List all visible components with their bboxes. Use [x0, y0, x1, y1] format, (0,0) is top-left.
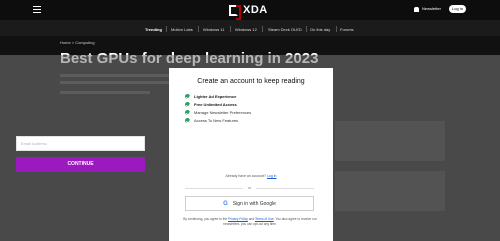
terms-text: By continuing, you agree to the Privacy … [176, 217, 324, 227]
nav-item-windows-11[interactable]: Windows 11 [203, 27, 225, 32]
nav-divider [306, 26, 307, 32]
check-circle-icon [185, 102, 190, 107]
login-button[interactable]: Log in [449, 5, 466, 13]
login-link[interactable]: Log in [267, 174, 277, 178]
nav-divider [336, 26, 337, 32]
signup-modal: Create an account to keep reading Lighte… [169, 68, 333, 241]
benefit-label: Access To New Features [194, 118, 239, 123]
continue-button[interactable]: CONTINUE [16, 157, 145, 172]
benefit-item: Free Unlimited Access [185, 102, 237, 107]
benefit-label: Manage Newsletter Preferences [194, 110, 252, 115]
logo-text: XDA [243, 4, 268, 16]
nav-item-windows-12[interactable]: Windows 12 [235, 27, 257, 32]
nav-item-trending[interactable]: Trending [145, 27, 162, 32]
benefit-label: Free Unlimited Access [194, 102, 237, 107]
nav-divider [230, 26, 231, 32]
nav-divider [198, 26, 199, 32]
email-field[interactable] [16, 136, 145, 151]
nav-item-motion-labs[interactable]: Motion Labs [171, 27, 193, 32]
nav-divider [262, 26, 263, 32]
benefit-label: Lighter Ad Experience [194, 94, 237, 99]
terms-of-use-link[interactable]: Terms of Use [255, 217, 274, 221]
nav-bar: Trending Motion Labs Windows 11 Windows … [0, 20, 500, 36]
terms-and: and [248, 217, 255, 221]
benefit-item: Lighter Ad Experience [185, 94, 236, 99]
top-bar: XDA Newsletter Log in [0, 0, 500, 20]
site-logo[interactable]: XDA [229, 4, 268, 20]
modal-title: Create an account to keep reading [197, 78, 305, 85]
check-circle-icon [185, 110, 190, 115]
terms-prefix: By continuing, you agree to the [183, 217, 228, 221]
newsletter-link[interactable]: Newsletter [422, 6, 441, 11]
bell-icon[interactable] [414, 7, 419, 12]
check-circle-icon [185, 118, 190, 123]
privacy-policy-link[interactable]: Privacy Policy [228, 217, 248, 221]
google-signin-label: Sign in with Google [232, 200, 276, 207]
breadcrumb[interactable]: Home > Computing [60, 40, 95, 45]
nav-divider [166, 26, 167, 32]
or-text: or [247, 186, 252, 190]
nav-item-forums[interactable]: Forums [340, 27, 354, 32]
google-signin-button[interactable]: G Sign in with Google [185, 196, 314, 211]
benefit-item: Manage Newsletter Preferences [185, 110, 251, 115]
or-divider: or [185, 186, 314, 190]
xda-logo-icon [229, 4, 241, 20]
benefit-item: Access To New Features [185, 118, 238, 123]
google-g-icon: G [223, 200, 228, 207]
nav-item-steam-deck-oled[interactable]: Steam Deck OLED [268, 27, 302, 32]
check-circle-icon [185, 94, 190, 99]
have-account-row: Already have an account? Log in [169, 174, 333, 178]
hamburger-menu-icon[interactable] [33, 6, 41, 13]
have-account-text: Already have an account? [225, 174, 266, 178]
nav-item-on-this-day[interactable]: On this day [310, 27, 330, 32]
